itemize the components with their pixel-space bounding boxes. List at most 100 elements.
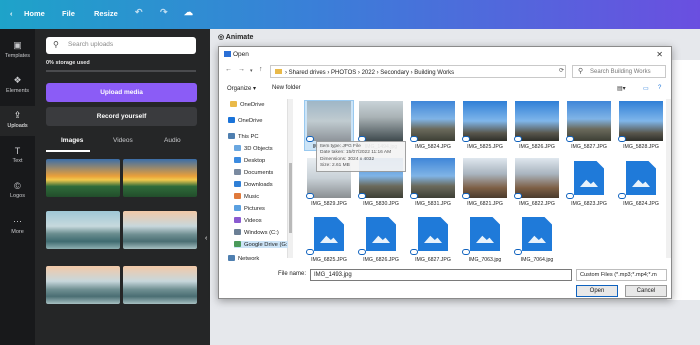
file-item[interactable]: IMG_6823.JPG (565, 158, 613, 207)
rail-item-elements[interactable]: ❖ Elements (0, 71, 35, 101)
open-file-dialog: Open ✕ ← → ▾ ↑ › Shared drives › PHOTOS … (218, 46, 672, 299)
file-item[interactable]: IMG_7063.jpg (461, 214, 509, 263)
tab-indicator (46, 150, 90, 152)
refresh-icon[interactable]: ⟳ (559, 67, 564, 74)
nav-item-onedrive[interactable]: OneDrive (230, 101, 264, 108)
file-item[interactable]: IMG_5828.JPG (617, 101, 665, 150)
folder-icon (228, 133, 235, 139)
collapse-panel-icon[interactable]: ‹ (205, 235, 207, 242)
animate-button[interactable]: ◎ Animate (218, 33, 253, 41)
tab-images[interactable]: Images (61, 137, 83, 144)
rail-item-logos[interactable]: © Logos (0, 177, 35, 207)
redo-icon[interactable]: ↷ (160, 7, 168, 18)
navigation-scrollbar[interactable] (288, 99, 293, 258)
folder-search-input[interactable]: ⚲ Search Building Works (572, 65, 666, 78)
file-item[interactable]: IMG_6822.JPG (513, 158, 561, 207)
view-options-icon[interactable]: ▤▾ (617, 85, 626, 92)
nav-item-this-pc[interactable]: This PC (228, 133, 259, 140)
file-item[interactable]: IMG_5825.JPG (461, 101, 509, 150)
preview-pane-icon[interactable]: ▭ (643, 85, 649, 92)
rail-item-label: Elements (6, 88, 29, 94)
undo-icon[interactable]: ↶ (135, 7, 143, 18)
nav-item-documents[interactable]: Documents (234, 169, 273, 176)
nav-item-label: Music (244, 194, 260, 200)
file-item[interactable]: IMG_6824.JPG (617, 158, 665, 207)
search-uploads-input[interactable]: ⚲ Search uploads (46, 37, 196, 54)
file-type-select[interactable]: Custom Files (*.mp3;*.mp4;*.m (576, 269, 667, 281)
file-item[interactable]: IMG_5826.JPG (513, 101, 561, 150)
record-yourself-button[interactable]: Record yourself (46, 107, 197, 126)
nav-item-onedrive[interactable]: OneDrive (228, 117, 262, 124)
search-icon: ⚲ (578, 68, 584, 75)
uploaded-image-thumb[interactable] (123, 211, 197, 249)
cloud-status-icon (306, 136, 314, 142)
uploaded-image-thumb[interactable] (123, 159, 197, 197)
dialog-title: Open (219, 47, 671, 63)
rail-item-text[interactable]: T Text (0, 142, 35, 172)
folder-icon (234, 229, 241, 235)
file-item[interactable]: IMG_6827.JPG (409, 214, 457, 263)
nav-item-3d-objects[interactable]: 3D Objects (234, 145, 273, 152)
image-thumbnail (462, 158, 507, 199)
top-bar: ‹ Home File Resize ↶ ↷ ☁ (0, 0, 700, 29)
tab-videos[interactable]: Videos (113, 137, 133, 144)
tab-audio[interactable]: Audio (164, 137, 181, 144)
file-item[interactable]: IMG_6825.JPG (305, 214, 353, 263)
cloud-status-icon (410, 249, 418, 255)
rail-item-templates[interactable]: ▣ Templates (0, 36, 35, 66)
nav-item-desktop[interactable]: Desktop (234, 157, 265, 164)
nav-item-pictures[interactable]: Pictures (234, 205, 265, 212)
cloud-status-icon (410, 136, 418, 142)
nav-item-label: Downloads (244, 182, 273, 188)
home-button[interactable]: Home (24, 9, 45, 18)
uploaded-image-thumb[interactable] (123, 266, 197, 304)
image-file-icon (618, 158, 663, 199)
storage-text: 0% storage used (46, 60, 90, 66)
recent-locations-icon[interactable]: ▾ (250, 68, 253, 74)
back-home-icon[interactable]: ‹ (10, 9, 13, 18)
upload-media-button[interactable]: Upload media (46, 83, 197, 102)
file-name: IMG_5824.JPG (415, 144, 451, 150)
file-name-input[interactable]: IMG_1493.jpg (310, 269, 572, 281)
forward-arrow-icon[interactable]: → (238, 66, 245, 73)
file-item[interactable]: IMG_6826.JPG (357, 214, 405, 263)
rail-item-label: Logos (10, 193, 25, 199)
uploaded-image-thumb[interactable] (46, 159, 120, 197)
animate-icon: ◎ (218, 34, 226, 41)
new-folder-button[interactable]: New folder (272, 85, 301, 91)
file-name: IMG_5827.JPG (571, 144, 607, 150)
nav-item-music[interactable]: Music (234, 193, 259, 200)
file-item[interactable]: IMG_5824.JPG (409, 101, 457, 150)
cloud-status-icon (514, 193, 522, 199)
uploaded-image-thumb[interactable] (46, 266, 120, 304)
nav-item-network[interactable]: Network (228, 255, 259, 262)
file-item[interactable]: IMG_6821.JPG (461, 158, 509, 207)
help-icon[interactable]: ? (658, 85, 661, 91)
cloud-status-icon (618, 193, 626, 199)
file-item[interactable]: IMG_7064.jpg (513, 214, 561, 263)
search-placeholder: Search uploads (68, 41, 114, 48)
scrollbar-thumb[interactable] (289, 163, 292, 233)
file-menu[interactable]: File (62, 9, 75, 18)
elements-icon: ❖ (13, 75, 22, 85)
nav-item-videos[interactable]: Videos (234, 217, 262, 224)
nav-item-downloads[interactable]: Downloads (234, 181, 273, 188)
close-icon[interactable]: ✕ (656, 50, 663, 59)
nav-item-windows-c[interactable]: Windows (C:) (234, 229, 279, 236)
rail-item-uploads[interactable]: ⇪ Uploads (0, 106, 35, 136)
organize-menu[interactable]: Organize ▾ (227, 85, 256, 92)
cloud-status-icon (306, 249, 314, 255)
back-arrow-icon[interactable]: ← (225, 66, 232, 73)
file-item[interactable]: IMG_5827.JPG (565, 101, 613, 150)
files-scrollbar[interactable] (666, 99, 671, 258)
open-button[interactable]: Open (576, 285, 618, 297)
cloud-sync-icon[interactable]: ☁ (184, 7, 193, 18)
rail-item-more[interactable]: ⋯ More (0, 212, 35, 242)
uploaded-image-thumb[interactable] (46, 211, 120, 249)
cancel-button[interactable]: Cancel (625, 285, 667, 297)
resize-menu[interactable]: Resize (94, 9, 118, 18)
address-bar[interactable]: › Shared drives › PHOTOS › 2022 › Second… (270, 65, 566, 78)
up-folder-icon[interactable]: ↑ (259, 66, 263, 73)
file-item[interactable]: IMG_5831.JPG (409, 158, 457, 207)
nav-item-google-drive-g[interactable]: Google Drive (G: (234, 241, 288, 248)
